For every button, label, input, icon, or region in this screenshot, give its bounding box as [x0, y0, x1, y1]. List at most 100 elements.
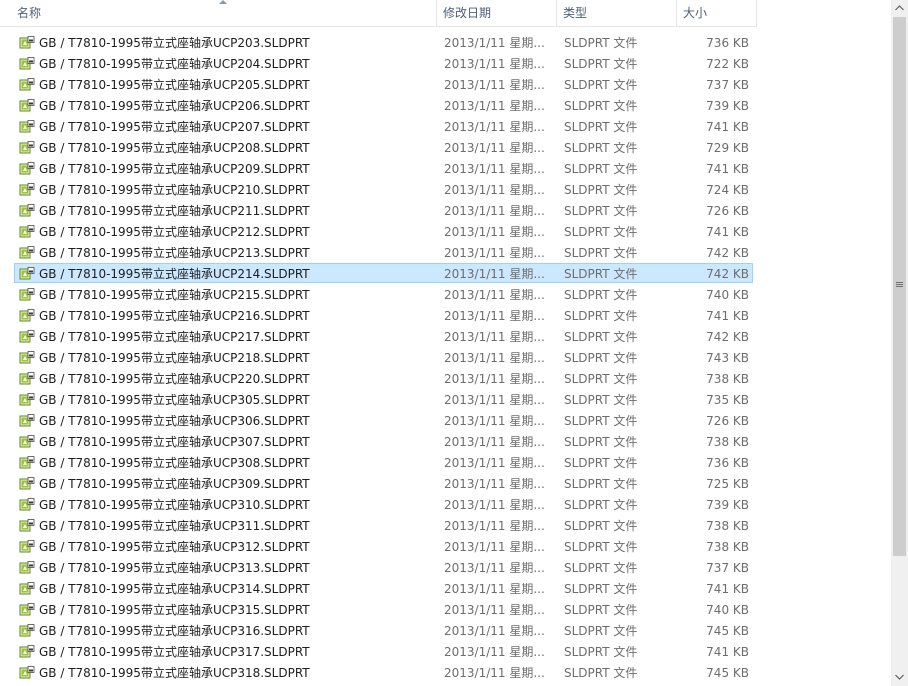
- file-date-modified: 2013/1/11 星期...: [444, 582, 545, 596]
- file-row[interactable]: GB / T7810-1995带立式座轴承UCP205.SLDPRT 2013/1…: [14, 74, 753, 94]
- file-date-modified: 2013/1/11 星期...: [444, 162, 545, 176]
- file-date-modified: 2013/1/11 星期...: [444, 456, 545, 470]
- sldprt-file-icon: [19, 162, 35, 176]
- column-header-size[interactable]: 大小: [677, 0, 757, 26]
- sldprt-file-icon: [19, 603, 35, 617]
- sldprt-file-icon: [19, 666, 35, 680]
- file-name: GB / T7810-1995带立式座轴承UCP308.SLDPRT: [39, 456, 310, 470]
- scroll-thumb[interactable]: [893, 17, 906, 556]
- file-row[interactable]: GB / T7810-1995带立式座轴承UCP216.SLDPRT 2013/1…: [14, 305, 753, 325]
- file-size: 737 KB: [706, 561, 749, 575]
- file-name: GB / T7810-1995带立式座轴承UCP203.SLDPRT: [39, 36, 310, 50]
- file-name: GB / T7810-1995带立式座轴承UCP215.SLDPRT: [39, 288, 310, 302]
- scroll-up-button[interactable]: [891, 0, 908, 17]
- sldprt-file-icon: [19, 540, 35, 554]
- file-name: GB / T7810-1995带立式座轴承UCP212.SLDPRT: [39, 225, 310, 239]
- file-row[interactable]: GB / T7810-1995带立式座轴承UCP307.SLDPRT 2013/1…: [14, 431, 753, 451]
- file-name: GB / T7810-1995带立式座轴承UCP318.SLDPRT: [39, 666, 310, 680]
- file-row[interactable]: GB / T7810-1995带立式座轴承UCP210.SLDPRT 2013/1…: [14, 179, 753, 199]
- file-row[interactable]: GB / T7810-1995带立式座轴承UCP213.SLDPRT 2013/1…: [14, 242, 753, 262]
- column-header: 名称 修改日期 类型 大小: [0, 0, 757, 27]
- sldprt-file-icon: [19, 519, 35, 533]
- file-row[interactable]: GB / T7810-1995带立式座轴承UCP313.SLDPRT 2013/1…: [14, 557, 753, 577]
- file-type: SLDPRT 文件: [564, 225, 638, 239]
- file-row[interactable]: GB / T7810-1995带立式座轴承UCP212.SLDPRT 2013/1…: [14, 221, 753, 241]
- sldprt-file-icon: [19, 372, 35, 386]
- file-date-modified: 2013/1/11 星期...: [444, 330, 545, 344]
- vertical-scrollbar[interactable]: [891, 0, 908, 686]
- file-row[interactable]: GB / T7810-1995带立式座轴承UCP314.SLDPRT 2013/1…: [14, 578, 753, 598]
- file-name: GB / T7810-1995带立式座轴承UCP204.SLDPRT: [39, 57, 310, 71]
- file-size: 741 KB: [706, 309, 749, 323]
- file-type: SLDPRT 文件: [564, 645, 638, 659]
- file-date-modified: 2013/1/11 星期...: [444, 435, 545, 449]
- file-row[interactable]: GB / T7810-1995带立式座轴承UCP215.SLDPRT 2013/1…: [14, 284, 753, 304]
- file-name: GB / T7810-1995带立式座轴承UCP305.SLDPRT: [39, 393, 310, 407]
- file-row[interactable]: GB / T7810-1995带立式座轴承UCP309.SLDPRT 2013/1…: [14, 473, 753, 493]
- file-name: GB / T7810-1995带立式座轴承UCP218.SLDPRT: [39, 351, 310, 365]
- file-row[interactable]: GB / T7810-1995带立式座轴承UCP306.SLDPRT 2013/1…: [14, 410, 753, 430]
- file-row[interactable]: GB / T7810-1995带立式座轴承UCP312.SLDPRT 2013/1…: [14, 536, 753, 556]
- file-size: 726 KB: [706, 204, 749, 218]
- file-type: SLDPRT 文件: [564, 141, 638, 155]
- file-name: GB / T7810-1995带立式座轴承UCP217.SLDPRT: [39, 330, 310, 344]
- column-header-date[interactable]: 修改日期: [437, 0, 557, 26]
- file-name: GB / T7810-1995带立式座轴承UCP316.SLDPRT: [39, 624, 310, 638]
- file-size: 741 KB: [706, 162, 749, 176]
- file-date-modified: 2013/1/11 星期...: [444, 372, 545, 386]
- file-size: 740 KB: [706, 603, 749, 617]
- file-name: GB / T7810-1995带立式座轴承UCP210.SLDPRT: [39, 183, 310, 197]
- file-row[interactable]: GB / T7810-1995带立式座轴承UCP308.SLDPRT 2013/1…: [14, 452, 753, 472]
- file-type: SLDPRT 文件: [564, 288, 638, 302]
- file-row[interactable]: GB / T7810-1995带立式座轴承UCP311.SLDPRT 2013/1…: [14, 515, 753, 535]
- file-row[interactable]: GB / T7810-1995带立式座轴承UCP211.SLDPRT 2013/1…: [14, 200, 753, 220]
- file-row[interactable]: GB / T7810-1995带立式座轴承UCP209.SLDPRT 2013/1…: [14, 158, 753, 178]
- file-row[interactable]: GB / T7810-1995带立式座轴承UCP318.SLDPRT 2013/1…: [14, 662, 753, 682]
- file-row[interactable]: GB / T7810-1995带立式座轴承UCP316.SLDPRT 2013/1…: [14, 620, 753, 640]
- file-size: 725 KB: [706, 477, 749, 491]
- file-date-modified: 2013/1/11 星期...: [444, 204, 545, 218]
- file-row[interactable]: GB / T7810-1995带立式座轴承UCP218.SLDPRT 2013/1…: [14, 347, 753, 367]
- file-type: SLDPRT 文件: [564, 519, 638, 533]
- sldprt-file-icon: [19, 204, 35, 218]
- file-date-modified: 2013/1/11 星期...: [444, 267, 545, 281]
- file-row[interactable]: GB / T7810-1995带立式座轴承UCP203.SLDPRT 2013/1…: [14, 32, 753, 52]
- file-name: GB / T7810-1995带立式座轴承UCP216.SLDPRT: [39, 309, 310, 323]
- file-row[interactable]: GB / T7810-1995带立式座轴承UCP305.SLDPRT 2013/1…: [14, 389, 753, 409]
- file-date-modified: 2013/1/11 星期...: [444, 498, 545, 512]
- file-row[interactable]: GB / T7810-1995带立式座轴承UCP208.SLDPRT 2013/1…: [14, 137, 753, 157]
- file-row[interactable]: GB / T7810-1995带立式座轴承UCP214.SLDPRT 2013/1…: [14, 263, 753, 283]
- file-row[interactable]: GB / T7810-1995带立式座轴承UCP317.SLDPRT 2013/1…: [14, 641, 753, 661]
- file-type: SLDPRT 文件: [564, 36, 638, 50]
- file-row[interactable]: GB / T7810-1995带立式座轴承UCP217.SLDPRT 2013/1…: [14, 326, 753, 346]
- file-row[interactable]: GB / T7810-1995带立式座轴承UCP207.SLDPRT 2013/1…: [14, 116, 753, 136]
- file-size: 722 KB: [706, 57, 749, 71]
- sldprt-file-icon: [19, 120, 35, 134]
- column-header-name[interactable]: 名称: [0, 0, 437, 26]
- scroll-down-button[interactable]: [891, 669, 908, 686]
- file-size: 726 KB: [706, 414, 749, 428]
- sldprt-file-icon: [19, 78, 35, 92]
- file-type: SLDPRT 文件: [564, 393, 638, 407]
- file-row[interactable]: GB / T7810-1995带立式座轴承UCP310.SLDPRT 2013/1…: [14, 494, 753, 514]
- file-type: SLDPRT 文件: [564, 435, 638, 449]
- file-size: 743 KB: [706, 351, 749, 365]
- file-row[interactable]: GB / T7810-1995带立式座轴承UCP220.SLDPRT 2013/1…: [14, 368, 753, 388]
- file-row[interactable]: GB / T7810-1995带立式座轴承UCP315.SLDPRT 2013/1…: [14, 599, 753, 619]
- file-type: SLDPRT 文件: [564, 351, 638, 365]
- file-name: GB / T7810-1995带立式座轴承UCP309.SLDPRT: [39, 477, 310, 491]
- file-date-modified: 2013/1/11 星期...: [444, 246, 545, 260]
- file-date-modified: 2013/1/11 星期...: [444, 519, 545, 533]
- file-name: GB / T7810-1995带立式座轴承UCP317.SLDPRT: [39, 645, 310, 659]
- column-header-type[interactable]: 类型: [557, 0, 677, 26]
- file-size: 738 KB: [706, 372, 749, 386]
- sldprt-file-icon: [19, 624, 35, 638]
- sldprt-file-icon: [19, 183, 35, 197]
- sldprt-file-icon: [19, 414, 35, 428]
- file-row[interactable]: GB / T7810-1995带立式座轴承UCP204.SLDPRT 2013/1…: [14, 53, 753, 73]
- sldprt-file-icon: [19, 288, 35, 302]
- arrow-up-icon: [895, 5, 904, 11]
- file-type: SLDPRT 文件: [564, 414, 638, 428]
- file-row[interactable]: GB / T7810-1995带立式座轴承UCP206.SLDPRT 2013/1…: [14, 95, 753, 115]
- sldprt-file-icon: [19, 393, 35, 407]
